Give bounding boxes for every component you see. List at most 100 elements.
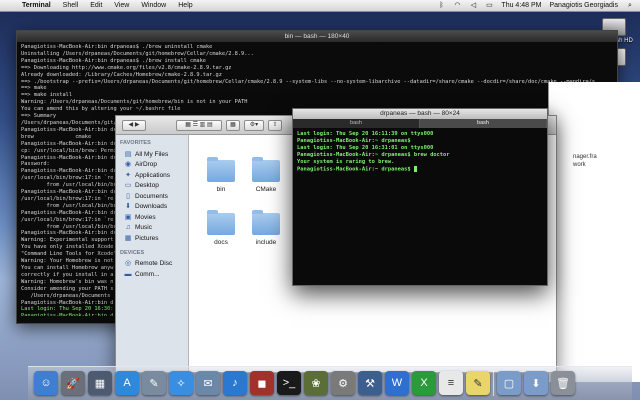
action-gear-icon[interactable]: ⚙▾ <box>244 120 264 131</box>
window-title-text: drpaneas — bash — 80×24 <box>380 110 460 117</box>
terminal-icon[interactable]: >_ <box>277 371 301 395</box>
folder-label: CMake <box>255 186 277 193</box>
excel-icon[interactable]: X <box>412 371 436 395</box>
remote-disc-icon: ◎ <box>124 260 132 268</box>
sidebar-item-pictures[interactable]: ▦ Pictures <box>116 233 188 244</box>
menu-window[interactable]: Window <box>141 0 166 11</box>
documents-stack-icon[interactable]: ▢ <box>497 371 521 395</box>
sidebar-item-label: Pictures <box>135 234 159 242</box>
arrange-button[interactable]: ▦ <box>226 120 240 131</box>
bluetooth-icon[interactable]: ᛒ <box>437 2 445 9</box>
tab-bash-2[interactable]: bash <box>420 119 547 128</box>
terminal-line: ==> Downloading http://www.cmake.org/fil… <box>21 64 232 71</box>
word-icon[interactable]: W <box>385 371 409 395</box>
terminal-line: ==> make install <box>21 92 73 99</box>
sidebar-item-label: Remote Disc <box>135 260 173 268</box>
terminal-line: Already downloaded: /Library/Caches/Home… <box>21 71 222 78</box>
menu-terminal[interactable]: Terminal <box>22 0 51 11</box>
folder-item[interactable]: include <box>236 210 296 246</box>
menu-edit[interactable]: Edit <box>90 0 102 11</box>
itunes-icon[interactable]: ♪ <box>223 371 247 395</box>
launchpad-icon[interactable]: 🚀 <box>61 371 85 395</box>
partial-file-label: work <box>573 162 586 168</box>
partial-file-label: nager.fra <box>573 154 597 160</box>
downloads-icon: ⬇ <box>125 203 131 211</box>
folder-icon <box>252 157 280 182</box>
folder-item[interactable]: CMake <box>236 157 296 193</box>
desktop-icon: ▭ <box>124 182 132 190</box>
volume-icon[interactable]: ◁ <box>469 2 477 9</box>
sidebar-item-movies[interactable]: ▣ Movies <box>116 212 188 223</box>
sidebar-item-documents[interactable]: ▯ Documents <box>116 191 188 202</box>
sidebar-item-label: Desktop <box>135 182 159 190</box>
terminal-line: Last login: Thu Sep 20 16:31:01 on ttys0… <box>297 145 434 151</box>
sidebar-item-label: All My Files <box>135 150 169 158</box>
tab-bar: bash bash <box>293 119 547 128</box>
view-mode-buttons[interactable]: ▦ ☰ ▥ ▤ <box>176 120 222 131</box>
sidebar-item-downloads[interactable]: ⬇ Downloads <box>116 202 188 213</box>
disk-icon: ▬ <box>124 270 132 278</box>
terminal-line: Uninstalling /Users/drpaneas/Documents/g… <box>21 50 254 57</box>
menu-view[interactable]: View <box>114 0 129 11</box>
textedit-icon[interactable]: ≡ <box>439 371 463 395</box>
preview-icon[interactable]: ✎ <box>142 371 166 395</box>
safari-icon[interactable]: ✧ <box>169 371 193 395</box>
background-finder-window[interactable]: nager.fra work <box>548 82 640 382</box>
stickies-icon[interactable]: ✎ <box>466 371 490 395</box>
dock-separator <box>493 370 494 396</box>
sidebar-item-airdrop[interactable]: ◉ AirDrop <box>116 160 188 171</box>
app-store-icon[interactable]: A <box>115 371 139 395</box>
mission-control-icon[interactable]: ▦ <box>88 371 112 395</box>
sidebar-item-label: Applications <box>135 171 171 179</box>
menubar: Terminal Shell Edit View Window Help ᛒ ◠… <box>0 0 640 12</box>
xcode-icon[interactable]: ⚒ <box>358 371 382 395</box>
airdrop-icon: ◉ <box>124 161 132 169</box>
battery-icon[interactable]: ▭ <box>485 2 493 9</box>
photo-booth-icon[interactable]: ◼ <box>250 371 274 395</box>
sidebar-item-disk[interactable]: ▬ Comm... <box>116 269 188 280</box>
status-area: ᛒ ◠ ◁ ▭ Thu 4:48 PM Panagiotis Georgiadi… <box>437 0 634 11</box>
sidebar-item-all-files[interactable]: ▤ All My Files <box>116 149 188 160</box>
terminal-line: Panagiotiss-MacBook-Air:~ drpaneas$ <box>297 138 411 144</box>
spotlight-icon[interactable]: ⌕ <box>626 2 634 9</box>
sidebar-item-label: AirDrop <box>135 161 158 169</box>
finder-sidebar: FAVORITES ▤ All My Files ◉ AirDrop ✦ Applicat… <box>116 135 189 372</box>
iphoto-icon[interactable]: ❀ <box>304 371 328 395</box>
finder-icon[interactable]: ☺ <box>34 371 58 395</box>
trash-icon[interactable]: 🗑 <box>551 371 575 395</box>
tab-bash-1[interactable]: bash <box>293 119 420 128</box>
terminal-line: Your system is raring to brew. <box>297 159 395 165</box>
clock[interactable]: Thu 4:48 PM <box>501 0 541 11</box>
window-title[interactable]: drpaneas — bash — 80×24 <box>293 109 547 119</box>
movies-icon: ▣ <box>124 213 132 221</box>
terminal-line: ==> ./bootstrap --prefix=/Users/drpaneas… <box>21 78 596 85</box>
menu-shell[interactable]: Shell <box>63 0 79 11</box>
terminal-output[interactable]: Last login: Thu Sep 20 16:11:39 on ttys0… <box>293 128 547 177</box>
back-forward-button[interactable]: ◀ ▶ <box>122 120 146 131</box>
sidebar-item-label: Comm... <box>135 270 160 278</box>
folder-icon <box>207 210 235 235</box>
downloads-stack-icon[interactable]: ⬇ <box>524 371 548 395</box>
sidebar-item-applications[interactable]: ✦ Applications <box>116 170 188 181</box>
terminal-line: Panagiotiss-MacBook-Air:bin drpaneas$ ./… <box>21 44 213 50</box>
terminal-line: Last login: Thu Sep 20 16:11:39 on ttys0… <box>297 131 434 137</box>
terminal-line: Panagiotiss-MacBook-Air:~ drpaneas$ brew… <box>297 152 450 158</box>
window-title[interactable]: bin — bash — 180×40 <box>17 31 617 42</box>
user-name[interactable]: Panagiotis Georgiadis <box>550 0 619 11</box>
terminal-line: Panagiotiss-MacBook-Air:~ drpaneas$ <box>297 166 414 173</box>
menu-list: Terminal Shell Edit View Window Help <box>22 0 193 11</box>
menu-help[interactable]: Help <box>178 0 192 11</box>
sidebar-item-remote-disc[interactable]: ◎ Remote Disc <box>116 259 188 270</box>
sidebar-item-label: Documents <box>135 192 168 200</box>
applications-icon: ✦ <box>125 171 131 179</box>
dock: ☺ 🚀 ▦ A ✎ ✧ ✉ ♪ ◼ >_ ❀ ⚙ ⚒ W X ≡ ✎ ▢ ⬇ 🗑 <box>28 366 632 400</box>
sidebar-item-desktop[interactable]: ▭ Desktop <box>116 181 188 192</box>
terminal-line: Warning: /Users/drpaneas/Documents/git/h… <box>21 99 248 106</box>
sidebar-item-music[interactable]: ♫ Music <box>116 223 188 234</box>
sidebar-item-label: Downloads <box>135 203 168 211</box>
mail-icon[interactable]: ✉ <box>196 371 220 395</box>
terminal-window-home[interactable]: drpaneas — bash — 80×24 bash bash Last l… <box>292 108 548 286</box>
share-button[interactable]: ⇧ <box>268 120 282 131</box>
wifi-icon[interactable]: ◠ <box>453 2 461 9</box>
system-preferences-icon[interactable]: ⚙ <box>331 371 355 395</box>
